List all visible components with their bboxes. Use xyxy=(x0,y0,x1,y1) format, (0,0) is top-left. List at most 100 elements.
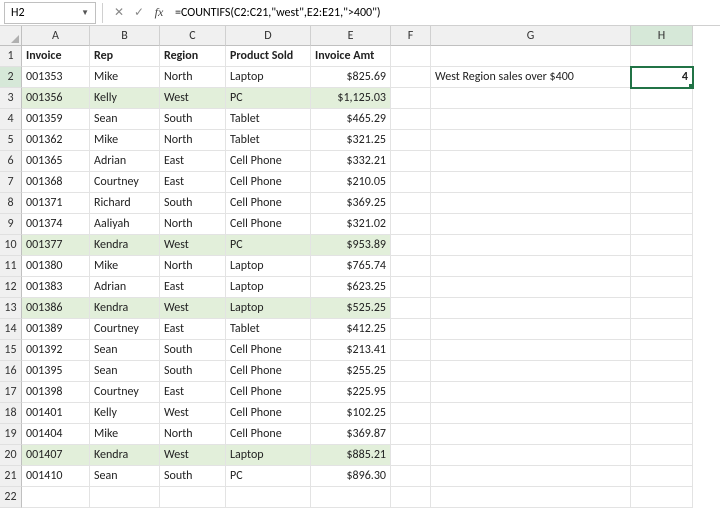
select-all-corner[interactable] xyxy=(0,26,22,46)
cell-D13[interactable]: Laptop xyxy=(226,298,311,319)
cell-C9[interactable]: North xyxy=(160,214,226,235)
row-header-19[interactable]: 19 xyxy=(0,424,22,445)
cell-H14[interactable] xyxy=(631,319,693,340)
name-box[interactable]: H2 ▼ xyxy=(4,2,96,24)
cell-H16[interactable] xyxy=(631,361,693,382)
cell-E22[interactable] xyxy=(311,487,391,508)
cell-G22[interactable] xyxy=(431,487,631,508)
cell-F5[interactable] xyxy=(391,130,431,151)
cell-E1[interactable]: Invoice Amt xyxy=(311,46,391,67)
cell-G14[interactable] xyxy=(431,319,631,340)
cell-E14[interactable]: $412.25 xyxy=(311,319,391,340)
cell-A2[interactable]: 001353 xyxy=(22,67,90,88)
cell-F13[interactable] xyxy=(391,298,431,319)
cell-C15[interactable]: South xyxy=(160,340,226,361)
cell-D21[interactable]: PC xyxy=(226,466,311,487)
cell-B21[interactable]: Sean xyxy=(90,466,160,487)
cell-H15[interactable] xyxy=(631,340,693,361)
cell-B1[interactable]: Rep xyxy=(90,46,160,67)
cell-B12[interactable]: Adrian xyxy=(90,277,160,298)
cell-F22[interactable] xyxy=(391,487,431,508)
cell-B10[interactable]: Kendra xyxy=(90,235,160,256)
cell-A14[interactable]: 001389 xyxy=(22,319,90,340)
cell-G8[interactable] xyxy=(431,193,631,214)
cell-G19[interactable] xyxy=(431,424,631,445)
cell-G15[interactable] xyxy=(431,340,631,361)
cell-E2[interactable]: $825.69 xyxy=(311,67,391,88)
cell-A9[interactable]: 001374 xyxy=(22,214,90,235)
cell-F14[interactable] xyxy=(391,319,431,340)
cell-G3[interactable] xyxy=(431,88,631,109)
cell-D2[interactable]: Laptop xyxy=(226,67,311,88)
cell-C8[interactable]: South xyxy=(160,193,226,214)
cell-A11[interactable]: 001380 xyxy=(22,256,90,277)
row-header-9[interactable]: 9 xyxy=(0,214,22,235)
cell-B17[interactable]: Courtney xyxy=(90,382,160,403)
col-header-A[interactable]: A xyxy=(22,26,90,46)
cell-E8[interactable]: $369.25 xyxy=(311,193,391,214)
cell-F19[interactable] xyxy=(391,424,431,445)
row-header-12[interactable]: 12 xyxy=(0,277,22,298)
cell-F2[interactable] xyxy=(391,67,431,88)
cell-E13[interactable]: $525.25 xyxy=(311,298,391,319)
cell-G6[interactable] xyxy=(431,151,631,172)
cell-C18[interactable]: West xyxy=(160,403,226,424)
cell-A16[interactable]: 001395 xyxy=(22,361,90,382)
cell-D16[interactable]: Cell Phone xyxy=(226,361,311,382)
cell-F18[interactable] xyxy=(391,403,431,424)
cell-E21[interactable]: $896.30 xyxy=(311,466,391,487)
cell-B3[interactable]: Kelly xyxy=(90,88,160,109)
cell-F16[interactable] xyxy=(391,361,431,382)
cell-F6[interactable] xyxy=(391,151,431,172)
cell-E18[interactable]: $102.25 xyxy=(311,403,391,424)
cell-A4[interactable]: 001359 xyxy=(22,109,90,130)
cell-D9[interactable]: Cell Phone xyxy=(226,214,311,235)
cell-C1[interactable]: Region xyxy=(160,46,226,67)
cell-D15[interactable]: Cell Phone xyxy=(226,340,311,361)
cell-D5[interactable]: Tablet xyxy=(226,130,311,151)
row-header-3[interactable]: 3 xyxy=(0,88,22,109)
cell-A10[interactable]: 001377 xyxy=(22,235,90,256)
row-header-7[interactable]: 7 xyxy=(0,172,22,193)
cell-F10[interactable] xyxy=(391,235,431,256)
cell-C17[interactable]: East xyxy=(160,382,226,403)
col-header-G[interactable]: G xyxy=(431,26,631,46)
cell-H17[interactable] xyxy=(631,382,693,403)
cell-H11[interactable] xyxy=(631,256,693,277)
cell-E4[interactable]: $465.29 xyxy=(311,109,391,130)
cell-A15[interactable]: 001392 xyxy=(22,340,90,361)
cell-C10[interactable]: West xyxy=(160,235,226,256)
cell-G11[interactable] xyxy=(431,256,631,277)
cell-D4[interactable]: Tablet xyxy=(226,109,311,130)
cell-B15[interactable]: Sean xyxy=(90,340,160,361)
formula-input[interactable]: =COUNTIFS(C2:C21,"west",E2:E21,">400") xyxy=(169,3,716,23)
cell-A22[interactable] xyxy=(22,487,90,508)
cell-D12[interactable]: Laptop xyxy=(226,277,311,298)
cell-H19[interactable] xyxy=(631,424,693,445)
row-header-18[interactable]: 18 xyxy=(0,403,22,424)
cell-E9[interactable]: $321.02 xyxy=(311,214,391,235)
col-header-B[interactable]: B xyxy=(90,26,160,46)
cell-H20[interactable] xyxy=(631,445,693,466)
insert-function-icon[interactable]: fx xyxy=(149,3,169,23)
row-header-17[interactable]: 17 xyxy=(0,382,22,403)
cell-C4[interactable]: South xyxy=(160,109,226,130)
cell-B22[interactable] xyxy=(90,487,160,508)
cell-D1[interactable]: Product Sold xyxy=(226,46,311,67)
name-box-dropdown-icon[interactable]: ▼ xyxy=(81,8,89,18)
cell-B14[interactable]: Courtney xyxy=(90,319,160,340)
col-header-F[interactable]: F xyxy=(391,26,431,46)
cell-B20[interactable]: Kendra xyxy=(90,445,160,466)
cell-G12[interactable] xyxy=(431,277,631,298)
col-header-C[interactable]: C xyxy=(160,26,226,46)
cell-F20[interactable] xyxy=(391,445,431,466)
cell-H21[interactable] xyxy=(631,466,693,487)
cell-E15[interactable]: $213.41 xyxy=(311,340,391,361)
cell-C5[interactable]: North xyxy=(160,130,226,151)
cell-G1[interactable] xyxy=(431,46,631,67)
cell-H7[interactable] xyxy=(631,172,693,193)
row-header-15[interactable]: 15 xyxy=(0,340,22,361)
cell-F7[interactable] xyxy=(391,172,431,193)
row-header-10[interactable]: 10 xyxy=(0,235,22,256)
cell-H5[interactable] xyxy=(631,130,693,151)
